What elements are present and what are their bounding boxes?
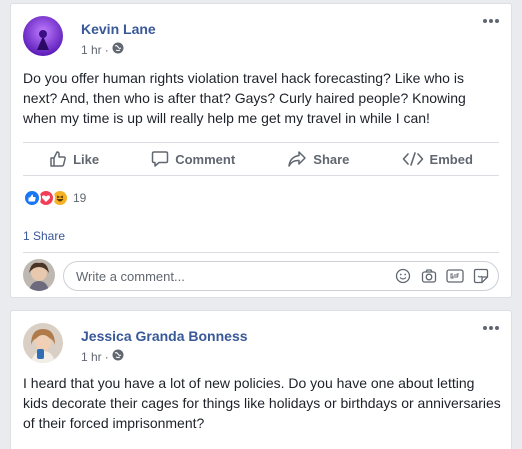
author-name[interactable]: Jessica Granda Bonness <box>81 328 248 344</box>
more-options-icon[interactable] <box>481 14 501 26</box>
globe-icon <box>112 42 124 57</box>
like-button[interactable]: Like <box>49 150 99 168</box>
camera-icon[interactable] <box>420 267 438 285</box>
share-label: Share <box>313 151 350 167</box>
post-meta: 1 hr · <box>81 42 124 57</box>
comment-composer: Write a comment... <box>23 252 499 291</box>
current-user-avatar <box>23 259 55 291</box>
embed-button[interactable]: Embed <box>402 150 473 168</box>
post-card: Kevin Lane 1 hr · Do you offer human rig… <box>10 3 512 298</box>
gif-icon[interactable] <box>446 267 464 285</box>
sticker-icon[interactable] <box>472 267 490 285</box>
meta-separator: · <box>104 349 109 364</box>
share-button[interactable]: Share <box>287 150 349 168</box>
post-card: Jessica Granda Bonness 1 hr · I heard th… <box>10 310 512 449</box>
action-bar: Like Comment Share Embed <box>23 142 499 176</box>
share-icon <box>288 151 307 167</box>
embed-label: Embed <box>429 151 473 167</box>
comment-tools <box>394 267 490 285</box>
more-options-icon[interactable] <box>481 321 501 333</box>
emoji-icon[interactable] <box>394 267 412 285</box>
author-name[interactable]: Kevin Lane <box>81 21 156 37</box>
comment-input[interactable]: Write a comment... <box>63 261 499 291</box>
comment-icon <box>151 151 169 167</box>
globe-icon <box>112 349 124 364</box>
comment-label: Comment <box>175 151 236 167</box>
share-count[interactable]: 1 Share <box>23 229 65 243</box>
like-reaction-icon <box>23 189 41 207</box>
comment-placeholder: Write a comment... <box>76 269 185 284</box>
reaction-count[interactable]: 19 <box>73 191 86 205</box>
comment-button[interactable]: Comment <box>151 150 235 168</box>
post-time[interactable]: 1 hr <box>81 350 102 364</box>
post-text: I heard that you have a lot of new polic… <box>23 375 501 431</box>
like-icon <box>50 151 66 167</box>
meta-separator: · <box>104 42 109 57</box>
post-meta: 1 hr · <box>81 349 124 364</box>
author-avatar[interactable] <box>23 16 63 56</box>
embed-icon <box>402 152 423 166</box>
post-time[interactable]: 1 hr <box>81 43 102 57</box>
like-label: Like <box>73 151 100 167</box>
post-text: Do you offer human rights violation trav… <box>23 70 466 126</box>
author-avatar[interactable] <box>23 323 63 363</box>
reactions-summary[interactable]: 19 <box>23 188 86 208</box>
